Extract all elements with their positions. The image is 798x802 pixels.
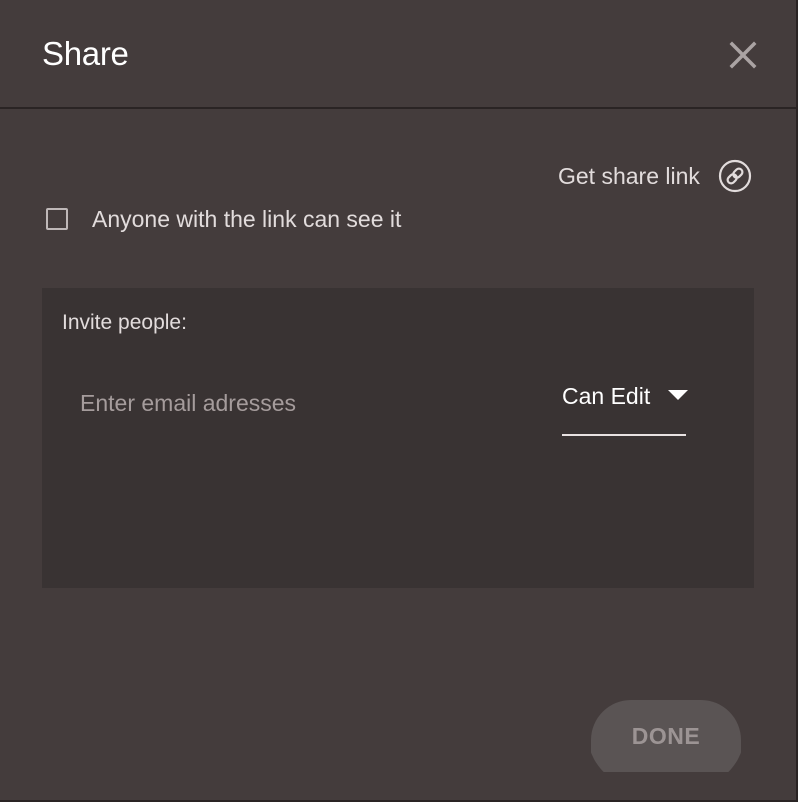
dialog-title: Share	[42, 35, 129, 72]
anyone-with-link-checkbox[interactable]	[46, 208, 68, 230]
permission-selected-value: Can Edit	[562, 383, 651, 409]
link-icon	[718, 159, 752, 193]
dialog-header: Share	[0, 0, 796, 109]
get-share-link-button[interactable]: Get share link	[558, 158, 752, 194]
anyone-with-link-label[interactable]: Anyone with the link can see it	[92, 203, 401, 235]
anyone-with-link-option: Anyone with the link can see it	[46, 203, 401, 235]
close-icon	[729, 41, 757, 69]
get-share-link-label: Get share link	[558, 163, 700, 189]
email-input[interactable]	[80, 386, 500, 420]
caret-down-icon	[668, 390, 688, 400]
share-dialog: Share Get share link Anyone with the lin…	[0, 0, 798, 802]
done-button[interactable]: DONE	[591, 700, 741, 772]
invite-people-label: Invite people:	[62, 311, 187, 334]
permission-dropdown[interactable]: Can Edit	[562, 376, 688, 436]
invite-people-panel: Invite people: Can Edit	[42, 288, 754, 588]
close-button[interactable]	[726, 38, 760, 72]
